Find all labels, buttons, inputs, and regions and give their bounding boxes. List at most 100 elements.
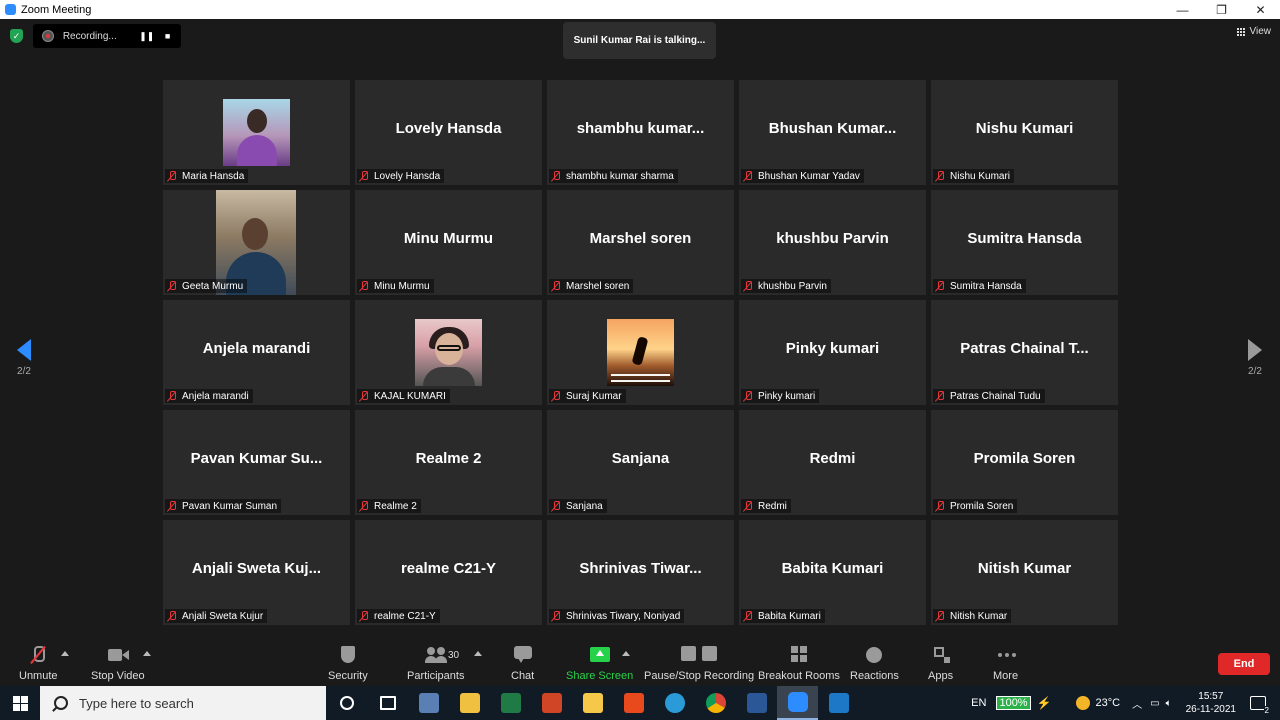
pause-stop-recording-button[interactable]: Pause/Stop Recording [644, 646, 754, 682]
participant-tile[interactable]: Pavan Kumar Su... Pavan Kumar Suman [163, 410, 350, 515]
participant-name-label: shambhu kumar sharma [549, 169, 678, 183]
participant-name: Geeta Murmu [182, 280, 244, 292]
breakout-rooms-button[interactable]: Breakout Rooms [758, 646, 840, 682]
battery-indicator[interactable]: 100% [996, 696, 1031, 710]
chevron-up-icon[interactable]: ︿ [1132, 696, 1142, 711]
taskbar-app-1[interactable] [408, 686, 449, 720]
recording-indicator: Recording... ❚❚ ■ [33, 24, 181, 48]
participant-name: Suraj Kumar [566, 390, 622, 402]
task-view-icon [379, 696, 396, 710]
view-button[interactable]: View [1237, 26, 1271, 37]
apps-button[interactable]: Apps [928, 646, 953, 682]
participant-tile[interactable]: realme C21-Y realme C21-Y [355, 520, 542, 625]
previous-page-button[interactable]: 2/2 [12, 339, 36, 377]
participant-tile[interactable]: Patras Chainal T... Patras Chainal Tudu [931, 300, 1118, 405]
weather-sun-icon[interactable] [1075, 696, 1090, 710]
participant-tile[interactable]: Anjela marandi Anjela marandi [163, 300, 350, 405]
taskbar-app-store[interactable] [449, 686, 490, 720]
next-page-button[interactable]: 2/2 [1243, 339, 1267, 377]
reactions-button[interactable]: Reactions [850, 646, 899, 682]
participant-tile[interactable]: Lovely Hansda Lovely Hansda [355, 80, 542, 185]
participant-tile[interactable]: Sumitra Hansda Sumitra Hansda [931, 190, 1118, 295]
taskbar-app-other[interactable] [818, 686, 859, 720]
chat-button[interactable]: Chat [511, 646, 534, 682]
participant-tile[interactable]: Suraj Kumar [547, 300, 734, 405]
end-meeting-button[interactable]: End [1218, 653, 1270, 675]
participant-tile[interactable]: shambhu kumar... shambhu kumar sharma [547, 80, 734, 185]
participant-tile[interactable]: Anjali Sweta Kuj... Anjali Sweta Kujur [163, 520, 350, 625]
office-icon [623, 693, 644, 713]
shield-icon [338, 646, 358, 664]
muted-mic-icon [935, 610, 945, 622]
muted-microphone-icon [28, 646, 48, 664]
app-icon-1 [418, 693, 439, 713]
participant-display-name: Babita Kumari [781, 560, 884, 577]
taskbar-app-word[interactable] [736, 686, 777, 720]
participant-display-name: Lovely Hansda [395, 120, 502, 137]
participant-tile[interactable]: Sanjana Sanjana [547, 410, 734, 515]
clock[interactable]: 15:57 26-11-2021 [1186, 690, 1236, 716]
notifications-icon[interactable]: 2 [1250, 696, 1270, 715]
participant-tile[interactable]: KAJAL KUMARI [355, 300, 542, 405]
start-button[interactable] [0, 686, 40, 720]
taskbar-app-edge[interactable] [654, 686, 695, 720]
taskbar-app-zoom[interactable] [777, 686, 818, 720]
video-options-caret[interactable] [143, 651, 151, 656]
pause-recording-icon[interactable]: ❚❚ [139, 29, 154, 44]
participant-tile[interactable]: Bhushan Kumar... Bhushan Kumar Yadav [739, 80, 926, 185]
network-icon[interactable]: ▭ [1150, 698, 1159, 709]
task-view-button[interactable] [367, 686, 408, 720]
stop-recording-icon[interactable]: ■ [160, 29, 175, 44]
audio-options-caret[interactable] [61, 651, 69, 656]
unmute-button[interactable]: Unmute [19, 646, 58, 682]
share-screen-icon [589, 646, 610, 664]
page-indicator-left: 2/2 [17, 366, 31, 377]
taskbar-app-excel[interactable] [490, 686, 531, 720]
reactions-label: Reactions [850, 670, 899, 682]
participant-tile[interactable]: Nishu Kumari Nishu Kumari [931, 80, 1118, 185]
chrome-icon [705, 693, 726, 713]
participant-tile[interactable]: Shrinivas Tiwar... Shrinivas Tiwary, Noni… [547, 520, 734, 625]
minimize-button[interactable]: — [1163, 0, 1202, 19]
participant-tile[interactable]: Maria Hansda [163, 80, 350, 185]
participant-tile[interactable]: Redmi Redmi [739, 410, 926, 515]
encryption-shield-icon[interactable]: ✓ [10, 29, 23, 43]
more-button[interactable]: More [993, 646, 1018, 682]
volume-icon[interactable]: 🔈︎ [1166, 698, 1172, 709]
participant-tile[interactable]: Realme 2 Realme 2 [355, 410, 542, 515]
participant-tile[interactable]: Geeta Murmu [163, 190, 350, 295]
participant-name-label: Redmi [741, 499, 791, 513]
participant-tile[interactable]: Promila Soren Promila Soren [931, 410, 1118, 515]
participant-tile[interactable]: khushbu Parvin khushbu Parvin [739, 190, 926, 295]
participant-tile[interactable]: Nitish Kumar Nitish Kumar [931, 520, 1118, 625]
participant-tile[interactable]: Minu Murmu Minu Murmu [355, 190, 542, 295]
maximize-button[interactable]: ❐ [1202, 0, 1241, 19]
taskbar-app-powerpoint[interactable] [531, 686, 572, 720]
language-indicator[interactable]: EN [971, 697, 986, 709]
close-button[interactable]: ✕ [1241, 0, 1280, 19]
participant-tile[interactable]: Marshel soren Marshel soren [547, 190, 734, 295]
participants-count: 30 [448, 650, 460, 661]
cortana-button[interactable] [326, 686, 367, 720]
participant-tile[interactable]: Babita Kumari Babita Kumari [739, 520, 926, 625]
windows-taskbar: Type here to search EN 100% ⚡ 23°C ︿ ▭ 🔈… [0, 686, 1280, 720]
unmute-label: Unmute [19, 670, 58, 682]
taskbar-app-file-explorer[interactable] [572, 686, 613, 720]
taskbar-app-office[interactable] [613, 686, 654, 720]
stop-video-button[interactable]: Stop Video [91, 646, 145, 682]
participants-options-caret[interactable] [474, 651, 482, 656]
participant-name-label: Bhushan Kumar Yadav [741, 169, 864, 183]
temperature[interactable]: 23°C [1096, 697, 1121, 709]
security-button[interactable]: Security [328, 646, 368, 682]
power-plug-icon: ⚡ [1036, 696, 1052, 710]
title-bar: Zoom Meeting — ❐ ✕ [0, 0, 1280, 19]
share-options-caret[interactable] [622, 651, 630, 656]
participant-display-name: realme C21-Y [400, 560, 497, 577]
participant-display-name: Promila Soren [973, 450, 1076, 467]
taskbar-search-box[interactable]: Type here to search [40, 686, 326, 720]
taskbar-app-chrome[interactable] [695, 686, 736, 720]
participant-name: Shrinivas Tiwary, Noniyad [566, 610, 681, 622]
muted-mic-icon [935, 170, 945, 182]
muted-mic-icon [743, 170, 753, 182]
participant-tile[interactable]: Pinky kumari Pinky kumari [739, 300, 926, 405]
